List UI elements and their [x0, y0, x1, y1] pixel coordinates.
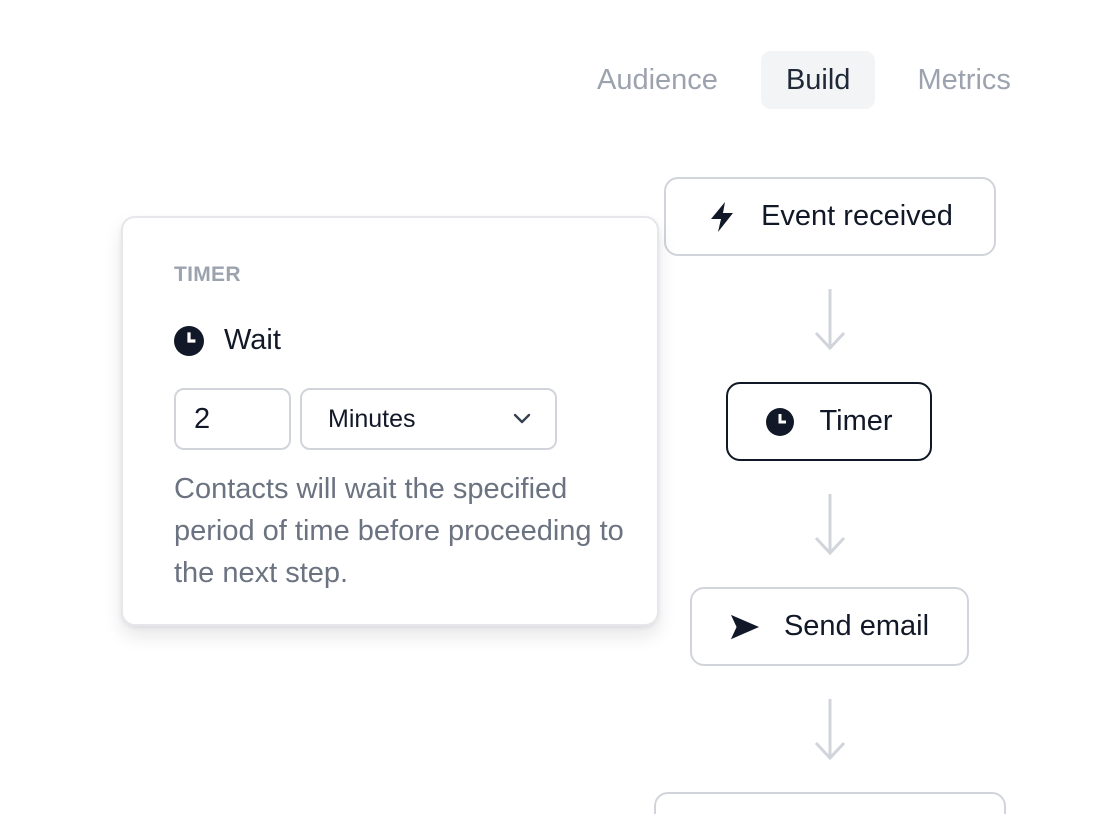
timer-settings-popover: TIMER Wait Minutes Contacts will wait th… [121, 216, 659, 626]
unit-select[interactable]: Minutes [300, 388, 557, 450]
flow-node-event-received[interactable]: Event received [664, 177, 996, 256]
flow-node-timer[interactable]: Timer [726, 382, 932, 461]
flow-node-label: Event received [761, 200, 953, 232]
app-canvas: Audience Build Metrics Event received Ti… [0, 0, 1120, 814]
view-tabs: Audience Build Metrics [578, 51, 1030, 109]
tab-build[interactable]: Build [760, 51, 876, 109]
tab-audience[interactable]: Audience [578, 51, 737, 109]
paper-plane-icon [730, 612, 760, 642]
flow-node-label: Send email [783, 610, 930, 642]
tab-metrics[interactable]: Metrics [898, 51, 1029, 109]
chevron-down-icon [513, 413, 531, 425]
popover-title: Wait [224, 324, 281, 356]
flow-connector-arrow [814, 494, 846, 556]
clock-icon [765, 407, 795, 437]
flow-node-next[interactable] [654, 792, 1006, 814]
duration-input[interactable] [174, 388, 291, 450]
lightning-bolt-icon [707, 201, 737, 232]
unit-select-value: Minutes [328, 404, 416, 433]
clock-icon [174, 325, 204, 356]
flow-connector-arrow [814, 289, 846, 351]
duration-controls: Minutes [174, 388, 557, 450]
popover-title-row: Wait [174, 324, 281, 357]
flow-connector-arrow [814, 699, 846, 761]
flow-node-send-email[interactable]: Send email [690, 587, 969, 666]
popover-kicker: TIMER [174, 263, 241, 286]
popover-help-text: Contacts will wait the specified period … [174, 473, 624, 589]
flow-node-label: Timer [819, 405, 893, 437]
